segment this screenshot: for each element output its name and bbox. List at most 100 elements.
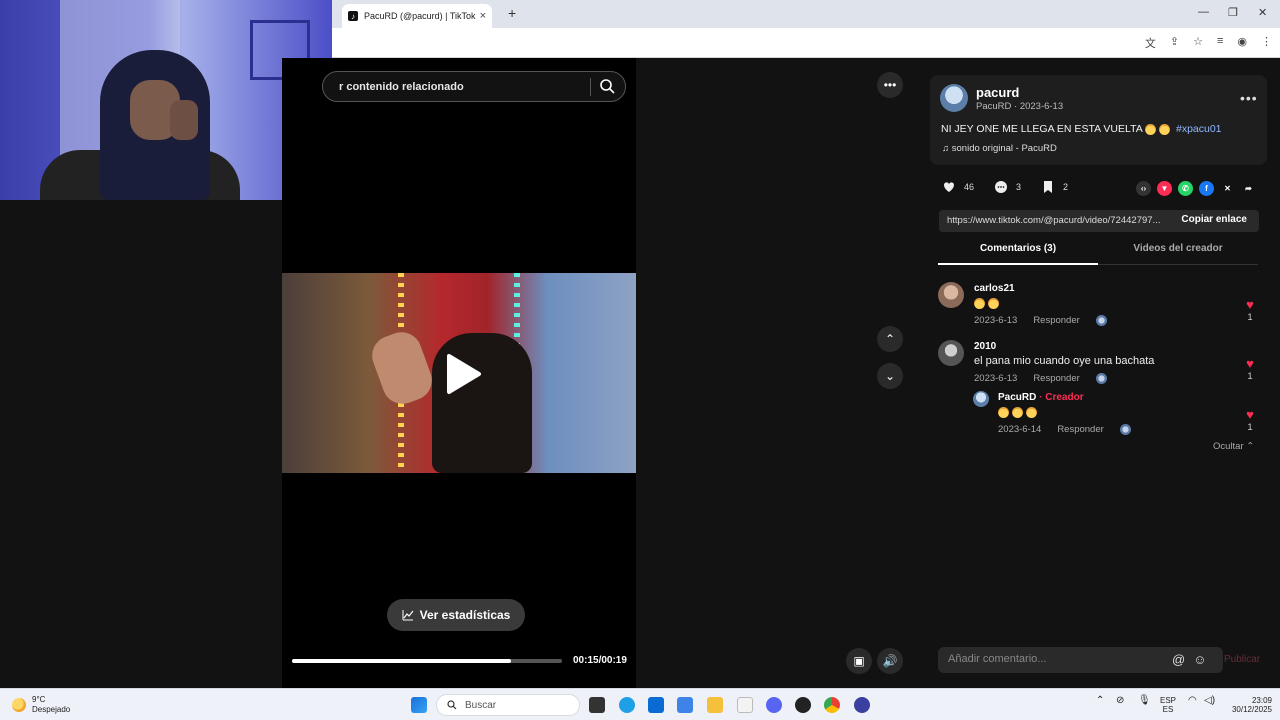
file-explorer-icon[interactable]: [707, 697, 723, 713]
chevron-up-icon[interactable]: ⌃: [877, 326, 903, 352]
more-options-icon[interactable]: •••: [877, 72, 903, 98]
reply-text: [998, 406, 1131, 418]
post-comment-button[interactable]: Publicar: [1224, 654, 1260, 665]
restore-icon[interactable]: ❐: [1228, 6, 1238, 19]
bookmark-star-icon[interactable]: ☆: [1193, 35, 1203, 51]
comment-icon[interactable]: [994, 180, 1008, 194]
reply-avatar[interactable]: [973, 391, 989, 407]
reply-date: 2023-6-14: [998, 424, 1042, 435]
install-icon[interactable]: ⇪: [1170, 35, 1179, 51]
comment-text: el pana mio cuando oye una bachata: [974, 355, 1155, 367]
language-indicator[interactable]: ESP ES: [1160, 696, 1176, 714]
video-caption: NI JEY ONE ME LLEGA EN ESTA VUELTA #xpac…: [941, 123, 1222, 135]
chrome-icon[interactable]: [824, 697, 840, 713]
reply-author[interactable]: PacuRD: [998, 392, 1036, 403]
reply-item: PacuRD · Creador 2023-6-14 Responder: [998, 392, 1131, 435]
author-more-icon[interactable]: •••: [1240, 90, 1258, 106]
repost-icon[interactable]: ▼: [1157, 181, 1172, 196]
heart-icon[interactable]: [942, 180, 956, 194]
comment-text: [974, 297, 1107, 309]
video-progress-bar[interactable]: [292, 659, 562, 663]
comment-like[interactable]: ♥ 1: [1243, 297, 1257, 323]
creator-badge: · Creador: [1039, 392, 1084, 403]
notepad-icon[interactable]: [737, 697, 753, 713]
reply-like-count: 1: [1247, 422, 1253, 433]
outlook-icon[interactable]: [677, 697, 693, 713]
mic-icon[interactable]: 🎙: [1138, 696, 1151, 706]
tab-creator-videos[interactable]: Videos del creador: [1098, 243, 1258, 254]
tiktok-icon: ♪: [348, 11, 358, 21]
heart-icon: ♥: [1246, 356, 1254, 371]
address-bar[interactable]: 文 ⇪ ☆ ≡ ◉ ⋮: [332, 28, 1280, 58]
mention-icon[interactable]: @: [1172, 652, 1185, 667]
comment-author[interactable]: carlos21: [974, 283, 1107, 294]
obs-icon[interactable]: [795, 697, 811, 713]
close-tab-icon[interactable]: ×: [480, 10, 486, 22]
hashtag-link[interactable]: #xpacu01: [1176, 123, 1222, 135]
whatsapp-icon[interactable]: ✆: [1178, 181, 1193, 196]
windows-start-icon[interactable]: [411, 697, 427, 713]
weather-widget[interactable]: 9°C Despejado: [12, 695, 70, 715]
emoji-icon[interactable]: ☺: [1193, 652, 1206, 667]
tab-comments[interactable]: Comentarios (3): [938, 243, 1098, 254]
author-username[interactable]: pacurd: [976, 85, 1019, 100]
sound-link[interactable]: ♫ sonido original - PacuRD: [942, 143, 1057, 154]
view-stats-label: Ver estadísticas: [419, 608, 511, 622]
author-avatar[interactable]: [940, 84, 968, 112]
reply-like[interactable]: ♥ 1: [1243, 407, 1257, 433]
creator-liked-avatar: [1119, 424, 1131, 435]
task-view-icon[interactable]: [589, 697, 605, 713]
volume-icon[interactable]: 🔊: [877, 648, 903, 674]
comment-avatar[interactable]: [938, 340, 964, 366]
media-control-icon[interactable]: ≡: [1217, 35, 1223, 51]
temperature: 9°C: [32, 695, 46, 704]
minimize-icon[interactable]: —: [1198, 6, 1209, 18]
menu-dots-icon[interactable]: ⋮: [1261, 35, 1272, 51]
search-icon[interactable]: [599, 78, 615, 94]
comment-like[interactable]: ♥ 1: [1243, 356, 1257, 382]
store-icon[interactable]: [648, 697, 664, 713]
hide-replies-button[interactable]: Ocultar ⌃: [1213, 441, 1254, 452]
floating-player-icon[interactable]: ▣: [846, 648, 872, 674]
video-url[interactable]: https://www.tiktok.com/@pacurd/video/724…: [947, 215, 1171, 226]
browser-tab[interactable]: ♪ PacuRD (@pacurd) | TikTok ×: [342, 4, 492, 28]
share-arrow-icon[interactable]: ➦: [1241, 181, 1256, 196]
close-window-icon[interactable]: ✕: [1258, 6, 1267, 19]
related-search-input[interactable]: r contenido relacionado: [322, 71, 626, 102]
app-icon[interactable]: [854, 697, 870, 713]
embed-icon[interactable]: ‹›: [1136, 181, 1151, 196]
bookmark-icon[interactable]: [1041, 180, 1055, 194]
edge-icon[interactable]: [619, 697, 635, 713]
chevron-up-icon: ⌃: [1246, 441, 1255, 452]
tray-expand-icon[interactable]: ⌃: [1096, 696, 1104, 706]
profile-icon[interactable]: ◉: [1237, 35, 1247, 51]
clock[interactable]: 23:09 30/12/2025: [1226, 696, 1272, 714]
translate-icon[interactable]: 文: [1145, 35, 1156, 51]
reply-button[interactable]: Responder: [1033, 315, 1079, 326]
reply-button[interactable]: Responder: [1057, 424, 1103, 435]
view-stats-button[interactable]: Ver estadísticas: [387, 599, 525, 631]
discord-icon[interactable]: [766, 697, 782, 713]
play-icon[interactable]: [443, 352, 483, 396]
comment-avatar[interactable]: [938, 282, 964, 308]
weather-sun-icon: [12, 698, 26, 712]
x-icon[interactable]: ✕: [1220, 181, 1235, 196]
network-off-icon[interactable]: ⊘: [1116, 696, 1124, 706]
heart-icon: ♥: [1246, 297, 1254, 312]
taskbar-search[interactable]: Buscar: [436, 694, 580, 716]
saves-count: 2: [1063, 182, 1069, 192]
comment-date: 2023-6-13: [974, 373, 1018, 384]
link-row: https://www.tiktok.com/@pacurd/video/724…: [939, 210, 1259, 232]
comment-author[interactable]: 2010: [974, 341, 1154, 352]
copy-link-button[interactable]: Copiar enlace: [1181, 214, 1247, 225]
speaker-icon[interactable]: ◁): [1204, 696, 1215, 706]
creator-liked-avatar: [1095, 373, 1107, 384]
chevron-down-icon[interactable]: ⌄: [877, 363, 903, 389]
comment-like-count: 1: [1247, 371, 1253, 382]
panel-tabs: Comentarios (3) Videos del creador: [938, 243, 1258, 265]
new-tab-button[interactable]: +: [508, 5, 516, 21]
facebook-icon[interactable]: f: [1199, 181, 1214, 196]
wifi-icon[interactable]: ◠: [1188, 696, 1197, 706]
reply-button[interactable]: Responder: [1033, 373, 1079, 384]
sound-label: sonido original - PacuRD: [951, 143, 1057, 154]
